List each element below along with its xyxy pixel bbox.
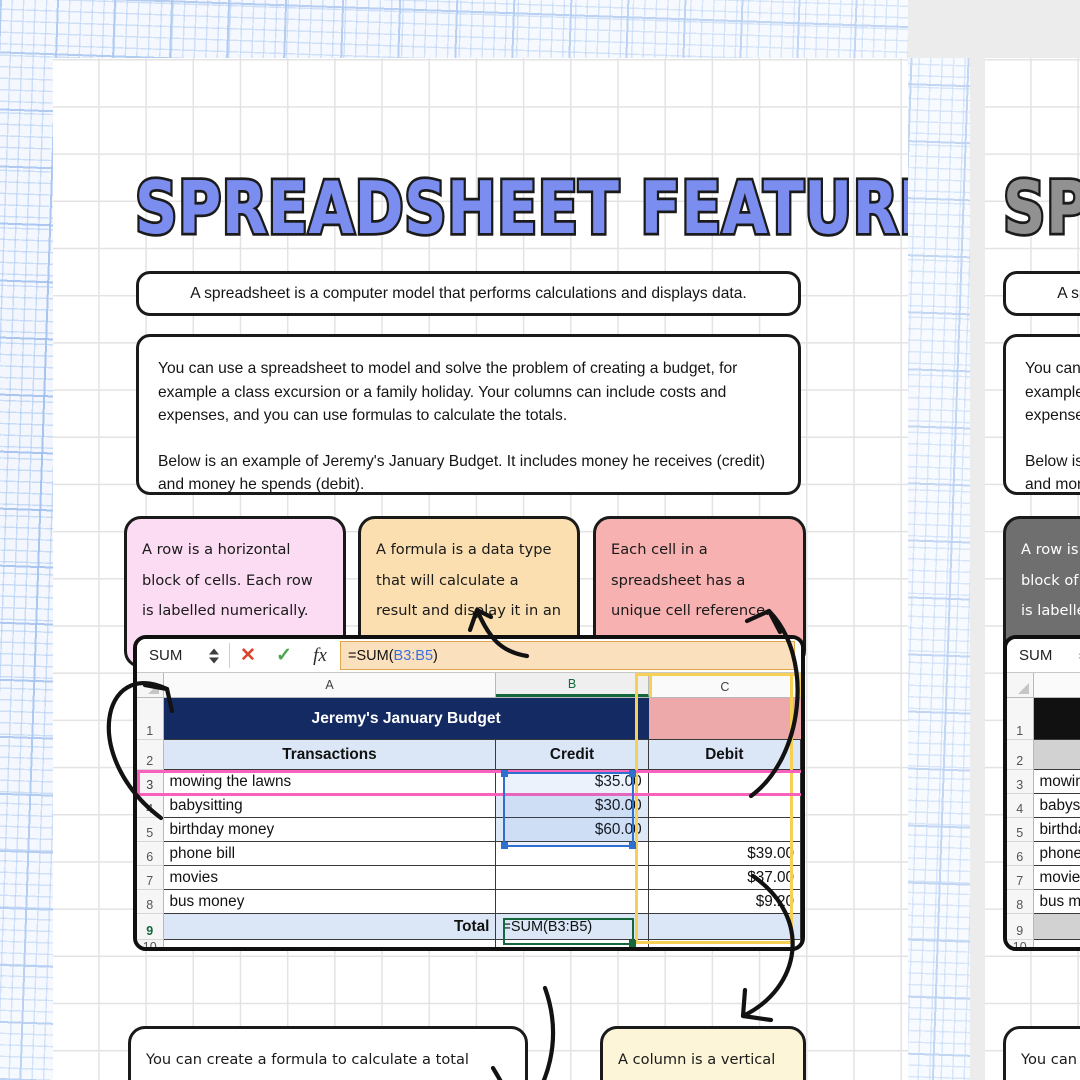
table-row: 10 (137, 940, 801, 947)
page-title: SPREADSHEET FEATURES (133, 163, 908, 253)
row-number-10[interactable]: 10 (137, 940, 164, 947)
cell-a4[interactable]: babysitting (163, 794, 497, 818)
table-row: 9 Total =SUM(B3:B5) (137, 914, 801, 940)
table-row: 4 babysitting $30.00 (137, 794, 801, 818)
intro-paragraph-2-secondary: Below is an example of Jeremy's January … (1025, 452, 1080, 494)
name-box-secondary[interactable]: SUM (1007, 639, 1080, 672)
cell-b2[interactable]: Credit (496, 740, 649, 770)
column-header-c[interactable]: C (648, 673, 801, 697)
cell-a6[interactable]: phone bill (163, 842, 497, 866)
intro-paragraph-1-secondary: You can use a spreadsheet to model and s… (1025, 360, 1080, 424)
accept-formula-icon[interactable]: ✓ (266, 639, 302, 672)
callout-total-secondary: You can create a formula to calculate a … (1003, 1026, 1080, 1080)
tagline-box: A spreadsheet is a computer model that p… (136, 271, 801, 316)
cancel-formula-icon[interactable]: ✕ (230, 639, 266, 672)
formula-bar: SUM ✕ ✓ fx =SUM(B3:B5) (137, 639, 801, 673)
table-row: 1 Jeremy's January Budget (137, 698, 801, 740)
desk-surface-top (908, 0, 1080, 58)
cell-b6[interactable] (496, 842, 649, 866)
insert-function-icon[interactable]: fx (302, 639, 338, 672)
row-number-6[interactable]: 6 (137, 842, 164, 866)
cell-a3[interactable]: mowing the lawns (163, 770, 497, 794)
row-number-9[interactable]: 9 (137, 914, 164, 940)
cell-c8[interactable]: $9.20 (648, 890, 801, 914)
name-box-value: SUM (149, 647, 183, 664)
table-row-secondary: 1 Jeremy's January Budget (1007, 698, 1080, 740)
row-number-2[interactable]: 2 (137, 740, 164, 770)
table-row-secondary: 2 Transactions Credit Debit (1007, 740, 1080, 770)
cell-b5[interactable]: $60.00 (496, 818, 649, 842)
cell-a5[interactable]: birthday money (163, 818, 497, 842)
column-header-b[interactable]: B (496, 673, 649, 697)
select-all-corner[interactable] (137, 673, 164, 697)
row-number-3[interactable]: 3 (137, 770, 164, 794)
cell-c3[interactable] (648, 770, 801, 794)
name-box-spinner-icon[interactable] (209, 648, 219, 663)
cell-a1-merged-title[interactable]: Jeremy's January Budget (163, 698, 649, 740)
formula-prefix: =SUM( (348, 647, 394, 664)
tagline-text: A spreadsheet is a computer model that p… (190, 284, 747, 302)
cell-a7[interactable]: movies (163, 866, 497, 890)
row-number-1[interactable]: 1 (137, 698, 164, 740)
intro-paragraph-1: You can use a spreadsheet to model and s… (158, 360, 738, 424)
cell-b8[interactable] (496, 890, 649, 914)
row-number-4[interactable]: 4 (137, 794, 164, 818)
table-row: 3 mowing the lawns $35.00 (137, 770, 801, 794)
column-header-a-secondary[interactable]: A (1033, 673, 1080, 697)
intro-box: You can use a spreadsheet to model and s… (136, 334, 801, 495)
formula-suffix: ) (433, 647, 438, 664)
intro-box-secondary: You can use a spreadsheet to model and s… (1003, 334, 1080, 495)
cell-c6[interactable]: $39.00 (648, 842, 801, 866)
cell-c9[interactable] (648, 914, 801, 940)
spreadsheet-widget-secondary: SUM ✕ ✓ fx =SUM(B3:B5) A B C (1003, 635, 1080, 951)
formula-input[interactable]: =SUM(B3:B5) (340, 641, 795, 670)
cell-a10[interactable] (164, 940, 497, 947)
table-row: 6 phone bill $39.00 (137, 842, 801, 866)
name-box-value-secondary: SUM (1019, 647, 1053, 664)
tagline-text-secondary: A spreadsheet is a computer model that p… (1057, 284, 1080, 302)
row-number-8[interactable]: 8 (137, 890, 164, 914)
cell-a9-total-label[interactable]: Total (163, 914, 497, 940)
cell-a8[interactable]: bus money (163, 890, 497, 914)
table-row: 2 Transactions Credit Debit (137, 740, 801, 770)
page-title-secondary: SPREADSHEET FEATURES (1001, 163, 1080, 253)
column-header-a[interactable]: A (163, 673, 497, 697)
callout-total-formula: You can create a formula to calculate a … (128, 1026, 528, 1080)
cell-b7[interactable] (496, 866, 649, 890)
callout-column-definition: A column is a vertical block of cells. E… (600, 1026, 806, 1080)
select-all-corner-secondary[interactable] (1007, 673, 1034, 697)
cell-b9-total-formula[interactable]: =SUM(B3:B5) (496, 914, 649, 940)
cell-b10[interactable] (496, 940, 649, 947)
name-box[interactable]: SUM (137, 639, 229, 672)
intro-paragraph-2: Below is an example of Jeremy's January … (158, 452, 766, 494)
cell-c4[interactable] (648, 794, 801, 818)
row-number-5[interactable]: 5 (137, 818, 164, 842)
table-row: 7 movies $37.00 (137, 866, 801, 890)
tagline-box-secondary: A spreadsheet is a computer model that p… (1003, 271, 1080, 316)
column-header-row: A B C (137, 673, 801, 698)
formula-range-reference: B3:B5 (393, 647, 434, 664)
chevron-up-icon (209, 648, 219, 654)
table-row: 5 birthday money $60.00 (137, 818, 801, 842)
cell-b3[interactable]: $35.00 (496, 770, 649, 794)
cell-c10[interactable] (649, 940, 801, 947)
grid-secondary: A B C 1 Jeremy's January Budget 2 Transa… (1007, 673, 1080, 947)
chevron-down-icon (209, 657, 219, 663)
column-headers-secondary: A B C (1007, 673, 1080, 698)
cell-b4[interactable]: $30.00 (496, 794, 649, 818)
poster-page-main: SPREADSHEET FEATURES A spreadsheet is a … (53, 58, 908, 1080)
spreadsheet-widget: SUM ✕ ✓ fx =SUM(B3:B5) A B C 1 Jeremy's… (133, 635, 805, 951)
cell-a2[interactable]: Transactions (163, 740, 497, 770)
poster-page-secondary: SPREADSHEET FEATURES A spreadsheet is a … (985, 58, 1080, 1080)
poster-stage: SPREADSHEET FEATURES A spreadsheet is a … (0, 0, 1080, 1080)
cell-c7[interactable]: $37.00 (648, 866, 801, 890)
cell-c5[interactable] (648, 818, 801, 842)
formula-bar-secondary: SUM ✕ ✓ fx =SUM(B3:B5) (1007, 639, 1080, 673)
spreadsheet-grid: A B C 1 Jeremy's January Budget 2 Transa… (137, 673, 801, 947)
cell-c2[interactable]: Debit (648, 740, 801, 770)
row-number-7[interactable]: 7 (137, 866, 164, 890)
cell-c1[interactable] (648, 698, 801, 740)
table-row: 8 bus money $9.20 (137, 890, 801, 914)
